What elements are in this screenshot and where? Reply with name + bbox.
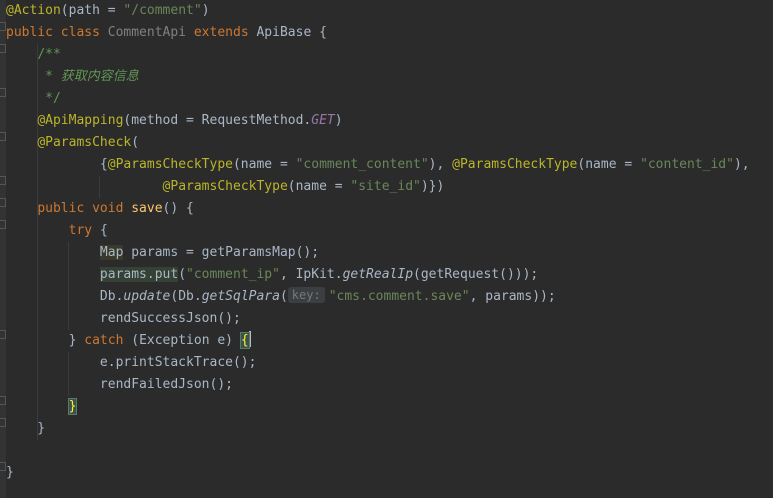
code-token: public void xyxy=(37,201,132,216)
code-token: try xyxy=(68,223,100,238)
code-token: ( xyxy=(178,267,187,282)
code-line[interactable]: rendFailedJson(); xyxy=(6,374,233,396)
code-token: @ApiMapping xyxy=(37,113,124,128)
code-token: @ParamsCheck xyxy=(37,135,132,150)
code-token: "site_id" xyxy=(350,179,421,194)
code-line[interactable]: } xyxy=(6,396,78,418)
code-line[interactable]: @ApiMapping(method = RequestMethod.GET) xyxy=(6,110,343,132)
code-token: } xyxy=(67,398,78,415)
code-line[interactable]: } xyxy=(6,418,45,440)
code-line[interactable]: try { xyxy=(6,220,108,242)
code-token: * 获取内容信息 xyxy=(45,69,139,84)
parameter-hint: key: xyxy=(287,287,325,303)
code-token: (name = xyxy=(287,179,351,194)
code-token: save xyxy=(131,201,163,216)
code-token: (Db. xyxy=(170,289,202,304)
code-token: getSqlPara xyxy=(201,289,280,304)
code-token: getRealIp xyxy=(342,267,414,282)
code-line[interactable]: {@ParamsCheckType(name = "comment_conten… xyxy=(6,154,750,176)
code-token: "comment_ip" xyxy=(186,267,280,282)
code-token: params.put xyxy=(99,267,179,282)
code-token: "content_id" xyxy=(640,157,734,172)
code-line[interactable]: * 获取内容信息 xyxy=(6,66,139,88)
code-token: (getRequest())); xyxy=(413,267,539,282)
code-token: rendFailedJson(); xyxy=(6,377,233,392)
code-token: extends xyxy=(186,25,257,40)
code-line[interactable]: params.put("comment_ip", IpKit.getRealIp… xyxy=(6,264,538,286)
code-token: (method = RequestMethod. xyxy=(123,113,312,128)
code-editor[interactable]: @Action(path = "/comment") public class C… xyxy=(0,0,773,498)
code-line[interactable]: @ParamsCheck( xyxy=(6,132,139,154)
code-token: , IpKit. xyxy=(279,267,343,282)
code-line[interactable]: /** xyxy=(6,44,61,66)
code-token: */ xyxy=(45,91,61,106)
code-token: } xyxy=(6,421,46,436)
code-line[interactable]: @Action(path = "/comment") xyxy=(6,0,210,22)
code-line[interactable]: */ xyxy=(6,88,61,110)
code-token: { xyxy=(6,157,108,172)
code-token: (path = xyxy=(60,3,124,18)
code-token: (Exception e) xyxy=(131,333,241,348)
code-line[interactable]: public void save() { xyxy=(6,198,194,220)
code-token: (name = xyxy=(232,157,296,172)
code-token: @Action xyxy=(6,3,61,18)
code-token: "comment_content" xyxy=(295,157,429,172)
code-token: )}) xyxy=(420,179,445,194)
code-token: ), xyxy=(428,157,453,172)
code-line[interactable]: rendSuccessJson(); xyxy=(6,308,241,330)
code-token: "cms.comment.save" xyxy=(328,289,470,304)
code-token: } xyxy=(6,333,85,348)
code-token: "/comment" xyxy=(123,3,202,18)
code-token: ) xyxy=(334,113,343,128)
code-token: @ParamsCheckType xyxy=(452,157,578,172)
code-token: { xyxy=(239,332,250,349)
code-token: { xyxy=(99,223,108,238)
code-token: @ParamsCheckType xyxy=(162,179,288,194)
code-line[interactable]: } catch (Exception e) { xyxy=(6,330,251,352)
code-token: GET xyxy=(311,113,335,128)
code-token: ) xyxy=(201,3,210,18)
code-token: } xyxy=(6,465,14,480)
code-token: @ParamsCheckType xyxy=(107,157,233,172)
code-token: ), xyxy=(733,157,750,172)
code-token: /** xyxy=(37,47,61,62)
code-token: , params)); xyxy=(469,289,556,304)
text-caret xyxy=(248,331,251,347)
code-token: (name = xyxy=(577,157,641,172)
code-token: update xyxy=(123,289,171,304)
code-token: CommentApi xyxy=(107,25,187,40)
code-token: () { xyxy=(162,201,194,216)
code-token: public class xyxy=(6,25,108,40)
code-token: Map xyxy=(99,245,124,260)
code-line[interactable]: e.printStackTrace(); xyxy=(6,352,257,374)
code-token: ApiBase { xyxy=(256,25,327,40)
code-token: e.printStackTrace(); xyxy=(6,355,257,370)
code-line[interactable]: public class CommentApi extends ApiBase … xyxy=(6,22,327,44)
code-line[interactable]: Map params = getParamsMap(); xyxy=(6,242,319,264)
code-area[interactable]: @Action(path = "/comment") public class C… xyxy=(6,0,773,498)
code-token: catch xyxy=(84,333,132,348)
code-token: ( xyxy=(131,135,140,150)
code-token: ( xyxy=(279,289,288,304)
code-line[interactable]: Db.update(Db.getSqlPara(key: "cms.comment… xyxy=(6,286,556,308)
code-token: rendSuccessJson(); xyxy=(6,311,241,326)
code-token: Db. xyxy=(6,289,124,304)
code-line[interactable]: @ParamsCheckType(name = "site_id")}) xyxy=(6,176,445,198)
code-token: params = getParamsMap(); xyxy=(123,245,320,260)
code-line[interactable]: } xyxy=(6,462,14,484)
